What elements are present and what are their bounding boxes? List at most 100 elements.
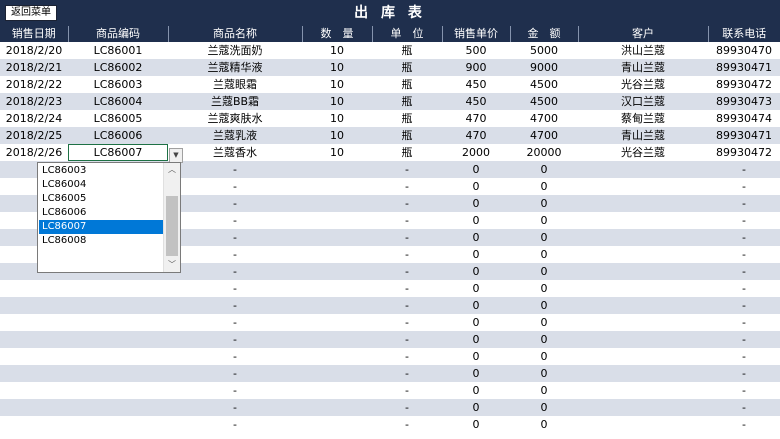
dropdown-option[interactable]: LC86004	[39, 178, 164, 192]
cell-customer[interactable]	[578, 382, 708, 399]
cell-phone[interactable]: -	[708, 297, 780, 314]
cell-quantity[interactable]	[302, 399, 372, 416]
cell-unit-price[interactable]: 0	[442, 280, 510, 297]
cell-customer[interactable]	[578, 229, 708, 246]
cell-product-name[interactable]: 兰蔻爽肤水	[168, 110, 302, 127]
cell-quantity[interactable]: 10	[302, 110, 372, 127]
cell-amount[interactable]: 0	[510, 365, 578, 382]
cell-phone[interactable]: -	[708, 399, 780, 416]
cell-unit[interactable]: -	[372, 416, 442, 433]
cell-phone[interactable]: -	[708, 263, 780, 280]
cell-phone[interactable]: -	[708, 178, 780, 195]
cell-amount[interactable]: 0	[510, 178, 578, 195]
cell-unit-price[interactable]: 0	[442, 297, 510, 314]
cell-amount[interactable]: 0	[510, 331, 578, 348]
dropdown-option[interactable]: LC86007	[39, 220, 164, 234]
cell-quantity[interactable]: 10	[302, 76, 372, 93]
cell-amount[interactable]: 0	[510, 399, 578, 416]
cell-unit-price[interactable]: 450	[442, 93, 510, 110]
cell-phone[interactable]: 89930473	[708, 93, 780, 110]
cell-unit[interactable]: -	[372, 365, 442, 382]
cell-unit[interactable]: -	[372, 399, 442, 416]
cell-customer[interactable]	[578, 331, 708, 348]
cell-product-name[interactable]: -	[168, 263, 302, 280]
cell-unit-price[interactable]: 900	[442, 59, 510, 76]
scroll-thumb[interactable]	[166, 196, 178, 256]
cell-product-code[interactable]: LC86007	[68, 144, 168, 161]
cell-amount[interactable]: 4500	[510, 93, 578, 110]
cell-sales-date[interactable]: 2018/2/25	[0, 127, 68, 144]
cell-unit[interactable]: 瓶	[372, 144, 442, 161]
cell-product-code[interactable]	[68, 416, 168, 433]
cell-product-name[interactable]: 兰蔻洗面奶	[168, 42, 302, 59]
cell-unit[interactable]: -	[372, 229, 442, 246]
cell-sales-date[interactable]	[0, 280, 68, 297]
cell-phone[interactable]: -	[708, 195, 780, 212]
cell-phone[interactable]: -	[708, 331, 780, 348]
cell-quantity[interactable]: 10	[302, 93, 372, 110]
cell-quantity[interactable]: 10	[302, 127, 372, 144]
cell-unit-price[interactable]: 0	[442, 161, 510, 178]
cell-quantity[interactable]: 10	[302, 59, 372, 76]
cell-unit-price[interactable]: 0	[442, 314, 510, 331]
cell-product-code[interactable]	[68, 280, 168, 297]
cell-quantity[interactable]	[302, 280, 372, 297]
dropdown-scrollbar[interactable]: ︿ ﹀	[163, 163, 180, 272]
cell-unit[interactable]: -	[372, 297, 442, 314]
cell-customer[interactable]	[578, 195, 708, 212]
cell-unit-price[interactable]: 450	[442, 76, 510, 93]
cell-phone[interactable]: 89930471	[708, 59, 780, 76]
cell-sales-date[interactable]	[0, 297, 68, 314]
cell-quantity[interactable]: 10	[302, 42, 372, 59]
cell-phone[interactable]: 89930472	[708, 76, 780, 93]
cell-product-code[interactable]	[68, 399, 168, 416]
cell-sales-date[interactable]	[0, 399, 68, 416]
cell-phone[interactable]: -	[708, 212, 780, 229]
cell-product-name[interactable]: -	[168, 161, 302, 178]
cell-customer[interactable]	[578, 416, 708, 433]
cell-sales-date[interactable]: 2018/2/21	[0, 59, 68, 76]
cell-product-name[interactable]: 兰蔻香水	[168, 144, 302, 161]
cell-quantity[interactable]	[302, 331, 372, 348]
cell-unit[interactable]: 瓶	[372, 127, 442, 144]
cell-customer[interactable]: 蔡甸兰蔻	[578, 110, 708, 127]
cell-phone[interactable]: -	[708, 280, 780, 297]
cell-customer[interactable]	[578, 246, 708, 263]
cell-amount[interactable]: 0	[510, 229, 578, 246]
cell-phone[interactable]: -	[708, 365, 780, 382]
cell-product-name[interactable]: 兰蔻眼霜	[168, 76, 302, 93]
cell-product-code[interactable]	[68, 314, 168, 331]
cell-customer[interactable]	[578, 178, 708, 195]
cell-unit[interactable]: -	[372, 331, 442, 348]
cell-sales-date[interactable]: 2018/2/22	[0, 76, 68, 93]
cell-unit-price[interactable]: 0	[442, 416, 510, 433]
scroll-down-button[interactable]: ﹀	[164, 258, 180, 272]
cell-product-name[interactable]: -	[168, 246, 302, 263]
cell-product-code[interactable]	[68, 348, 168, 365]
scroll-up-button[interactable]: ︿	[164, 163, 180, 177]
cell-unit-price[interactable]: 0	[442, 229, 510, 246]
cell-quantity[interactable]	[302, 263, 372, 280]
cell-unit[interactable]: -	[372, 246, 442, 263]
cell-unit[interactable]: -	[372, 348, 442, 365]
cell-unit-price[interactable]: 0	[442, 178, 510, 195]
cell-customer[interactable]	[578, 297, 708, 314]
cell-product-code[interactable]: LC86003	[68, 76, 168, 93]
cell-product-code[interactable]	[68, 365, 168, 382]
cell-customer[interactable]: 洪山兰蔻	[578, 42, 708, 59]
cell-unit-price[interactable]: 0	[442, 399, 510, 416]
cell-sales-date[interactable]	[0, 365, 68, 382]
cell-quantity[interactable]	[302, 297, 372, 314]
cell-phone[interactable]: 89930472	[708, 144, 780, 161]
cell-customer[interactable]	[578, 365, 708, 382]
cell-phone[interactable]: -	[708, 348, 780, 365]
cell-customer[interactable]: 汉口兰蔻	[578, 93, 708, 110]
cell-sales-date[interactable]: 2018/2/26	[0, 144, 68, 161]
cell-amount[interactable]: 0	[510, 195, 578, 212]
cell-amount[interactable]: 5000	[510, 42, 578, 59]
cell-product-name[interactable]: -	[168, 416, 302, 433]
cell-product-name[interactable]: 兰蔻乳液	[168, 127, 302, 144]
cell-phone[interactable]: -	[708, 416, 780, 433]
cell-unit-price[interactable]: 0	[442, 246, 510, 263]
cell-phone[interactable]: -	[708, 314, 780, 331]
